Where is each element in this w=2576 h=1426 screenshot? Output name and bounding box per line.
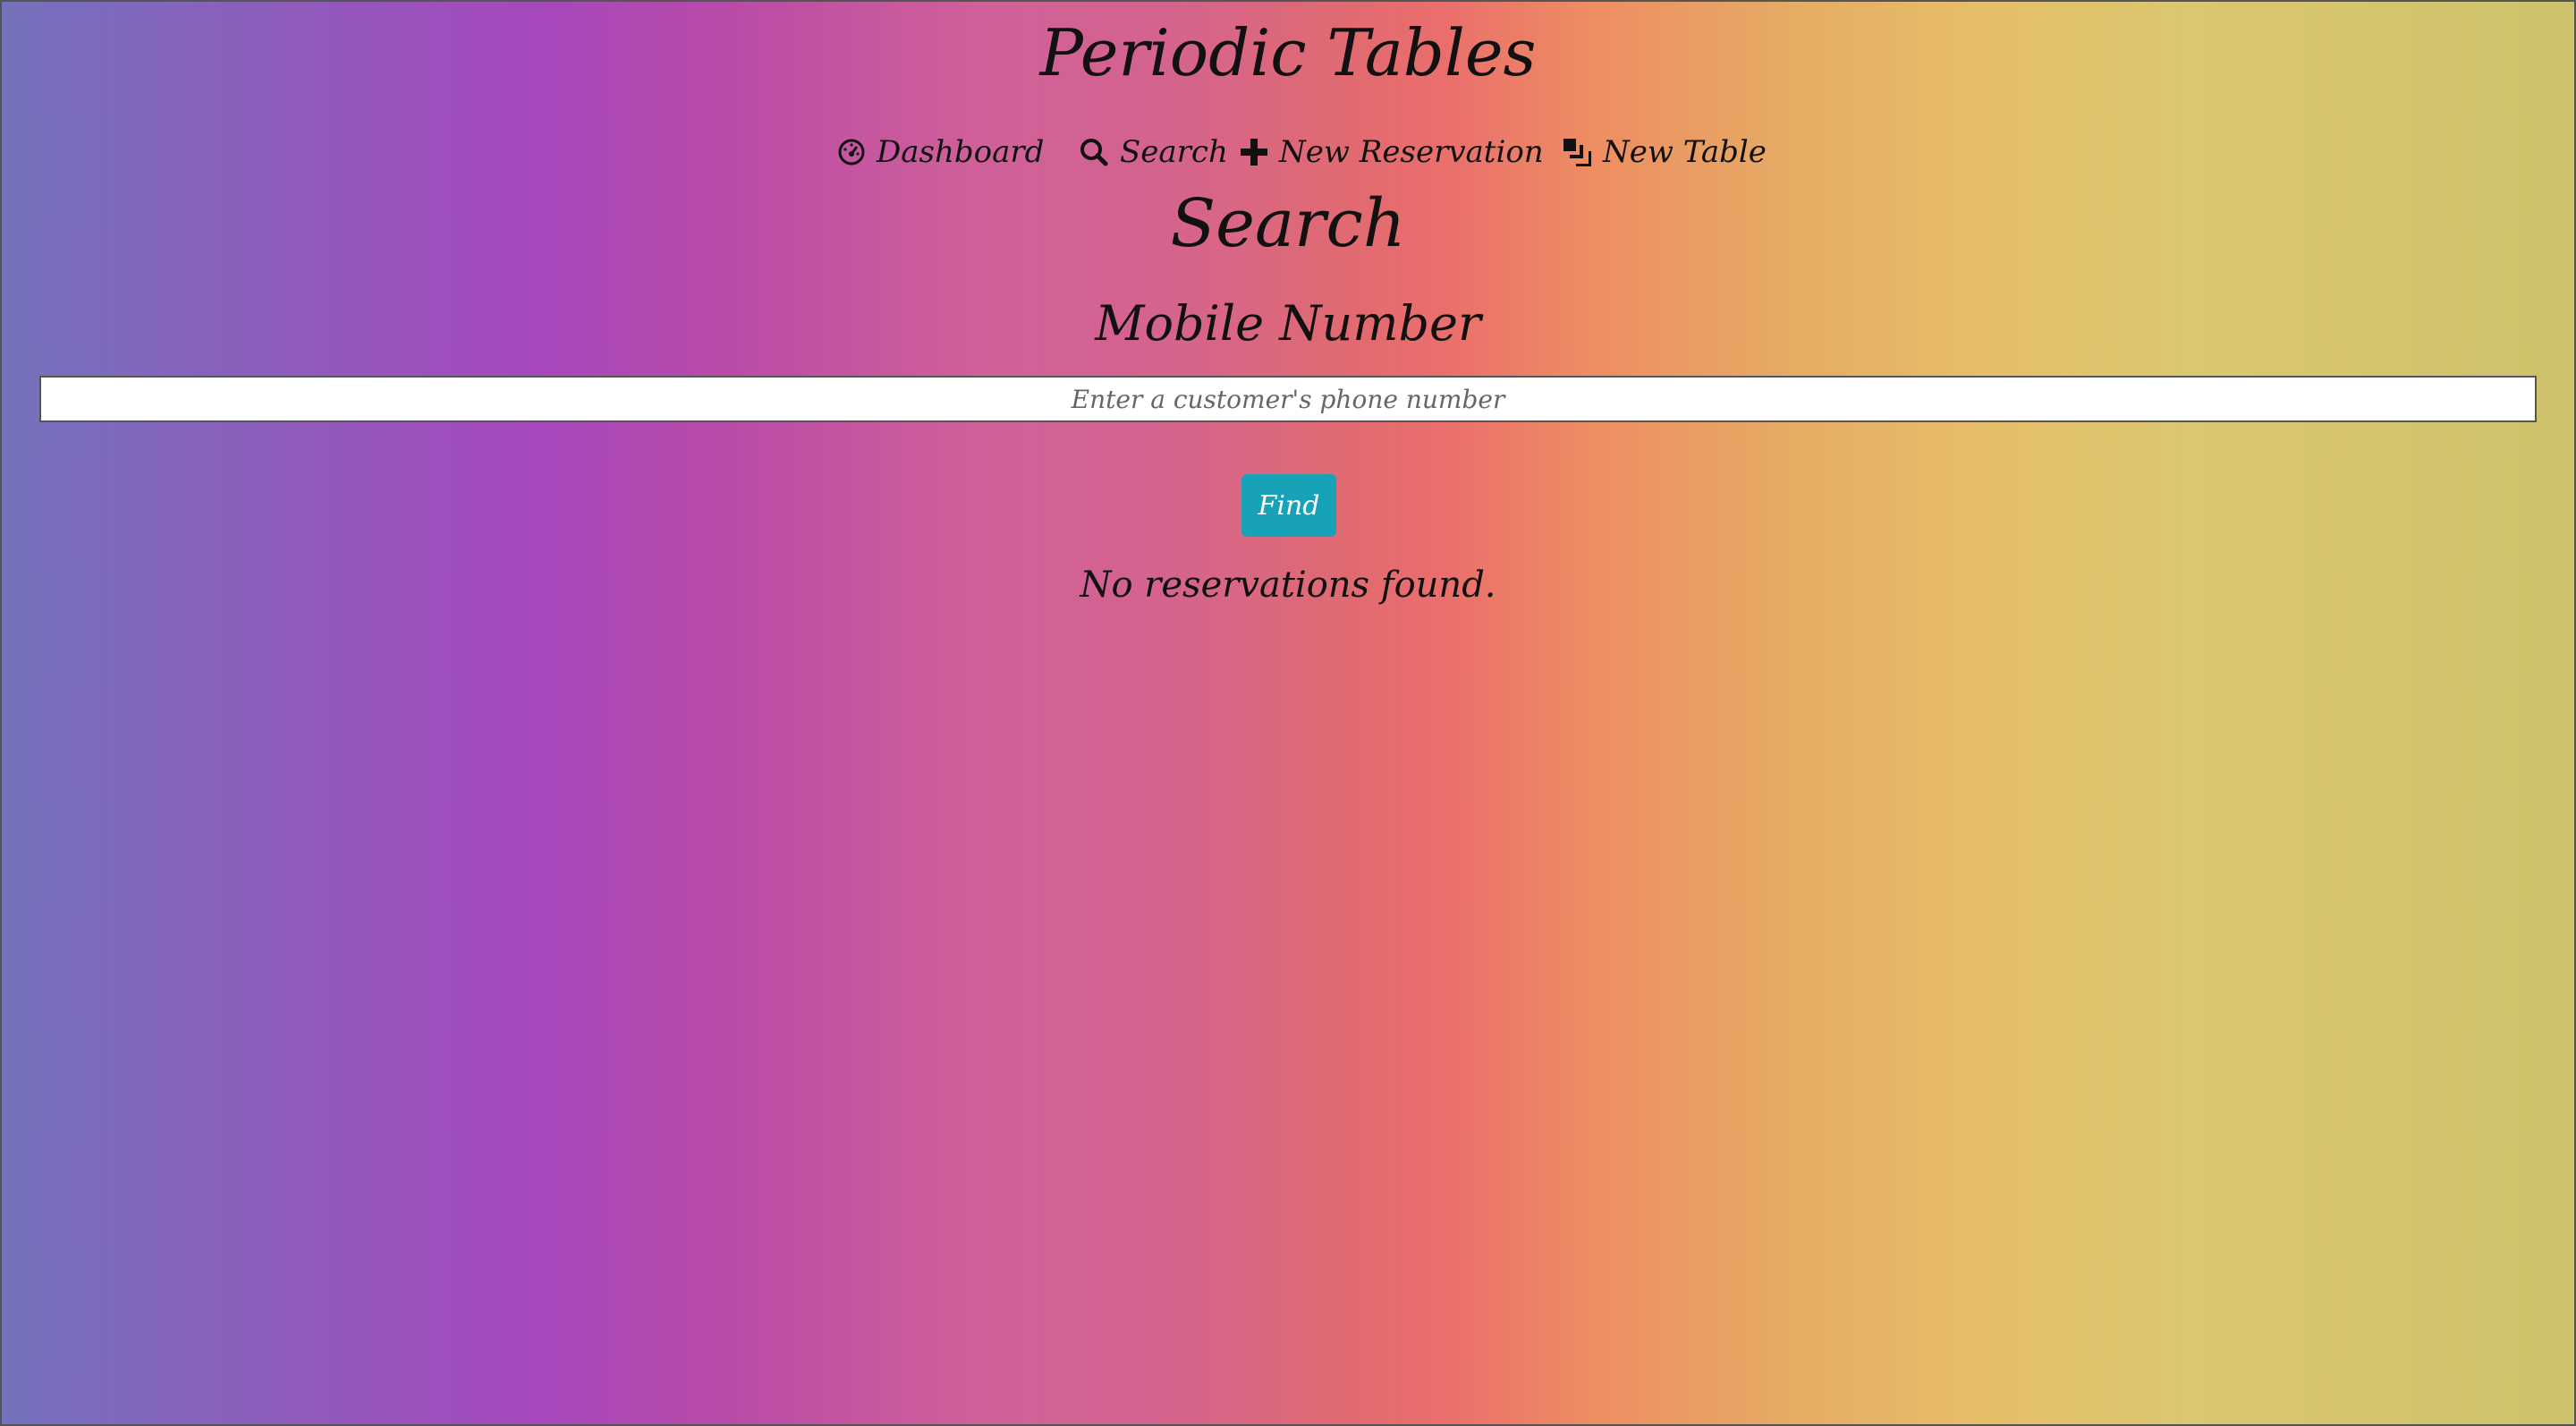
page-title: Search [1170, 185, 1406, 262]
phone-search-input[interactable] [39, 376, 2537, 422]
nav-dashboard-label: Dashboard [877, 134, 1045, 170]
search-icon [1080, 139, 1108, 166]
layers-icon [1563, 139, 1591, 166]
nav-dashboard-link[interactable]: Dashboard [837, 125, 1044, 179]
app-title: Periodic Tables [1039, 15, 1537, 90]
main-nav: Dashboard Search New Reservation New Tab… [0, 125, 2576, 179]
dashboard-icon [838, 139, 865, 166]
nav-new-reservation-label: New Reservation [1279, 134, 1544, 170]
nav-new-table-label: New Table [1603, 134, 1767, 170]
nav-new-reservation-link[interactable]: New Reservation [1240, 125, 1544, 179]
find-button[interactable]: Find [1241, 474, 1336, 537]
plus-icon [1241, 139, 1267, 166]
no-results-message: No reservations found. [1080, 564, 1496, 606]
nav-new-table-link[interactable]: New Table [1562, 125, 1767, 179]
nav-search-link[interactable]: Search [1079, 125, 1228, 179]
nav-search-label: Search [1120, 134, 1228, 170]
mobile-number-label: Mobile Number [1095, 295, 1481, 352]
